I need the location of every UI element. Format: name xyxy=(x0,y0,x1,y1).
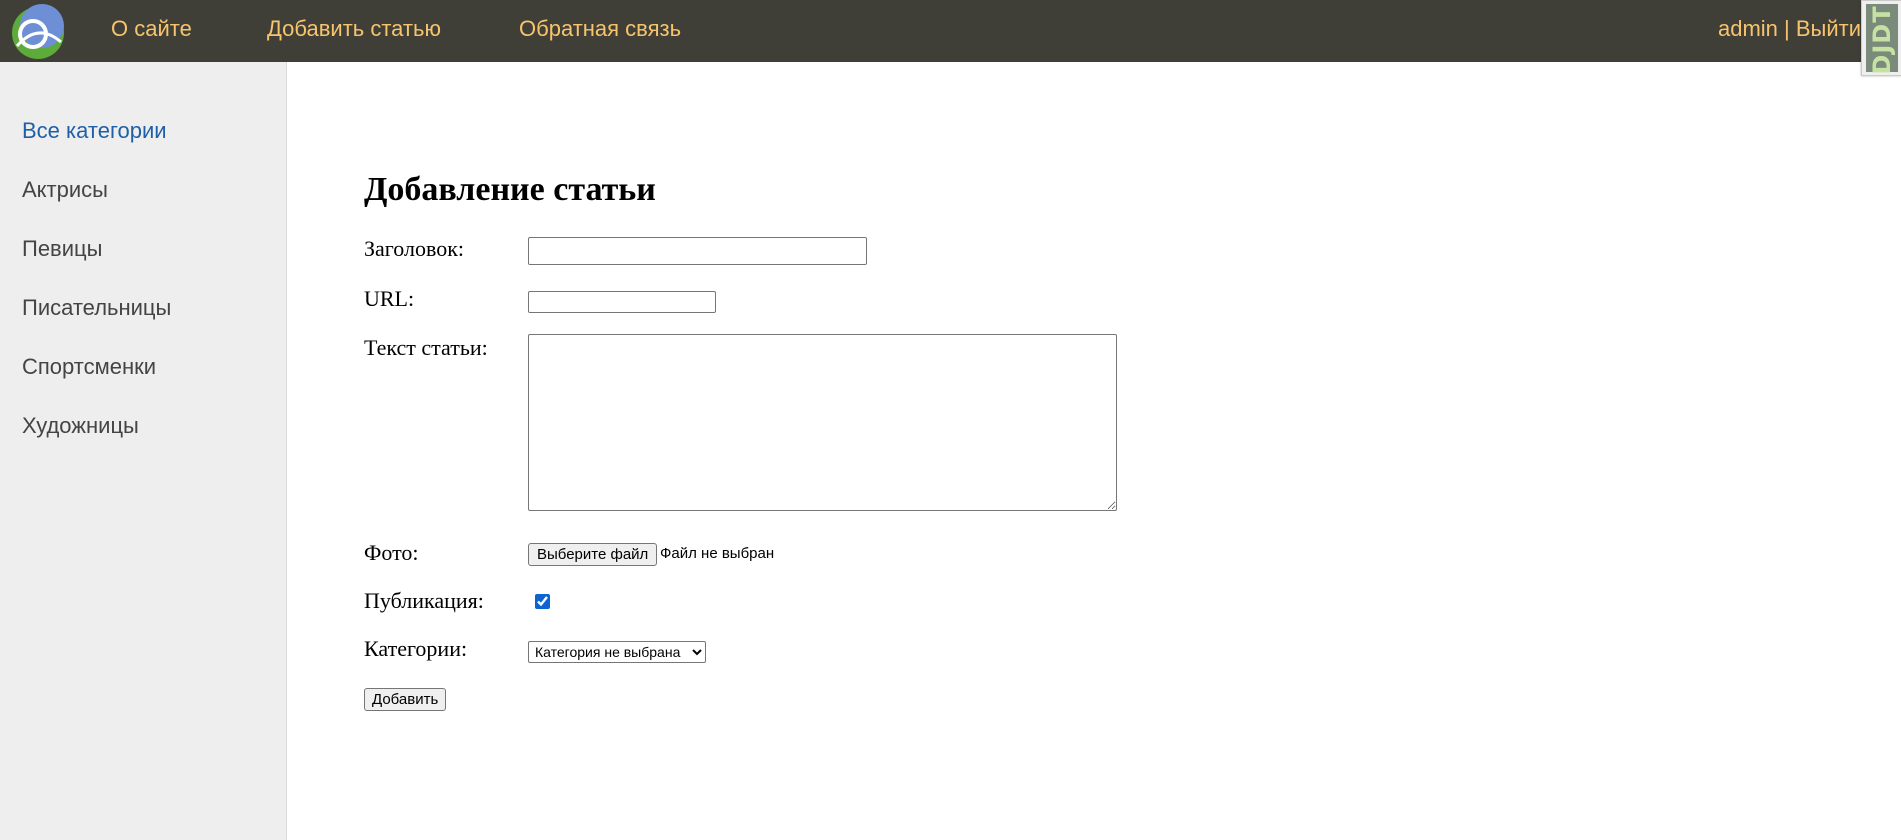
category-sidebar: Все категории Актрисы Певицы Писательниц… xyxy=(0,62,287,840)
sidebar-item-actresses[interactable]: Актрисы xyxy=(22,177,108,203)
choose-file-button[interactable]: Выберите файл xyxy=(528,543,658,566)
title-field-label: Заголовок: xyxy=(364,236,464,261)
category-field-label: Категории: xyxy=(364,636,468,661)
title-input[interactable] xyxy=(528,237,867,265)
url-input[interactable] xyxy=(528,291,716,313)
published-checkbox[interactable] xyxy=(535,594,550,609)
submit-button[interactable]: Добавить xyxy=(364,688,447,711)
sidebar-item-writers[interactable]: Писательницы xyxy=(22,295,171,321)
photo-field-label: Фото: xyxy=(364,540,419,565)
published-field-label: Публикация: xyxy=(364,588,484,613)
user-area: admin | Выйти xyxy=(1718,16,1861,42)
logout-link[interactable]: Выйти xyxy=(1796,16,1861,41)
sidebar-item-singers[interactable]: Певицы xyxy=(22,236,102,262)
nav-link-feedback[interactable]: Обратная связь xyxy=(519,16,681,42)
username-link[interactable]: admin xyxy=(1718,16,1778,41)
url-field-label: URL: xyxy=(364,286,415,311)
top-navigation-bar: О сайте Добавить статью Обратная связь a… xyxy=(0,0,1901,62)
main-content: Добавление статьи Заголовок: URL: Текст … xyxy=(288,62,1901,840)
page-title: Добавление статьи xyxy=(364,171,656,208)
sidebar-item-sportswomen[interactable]: Спортсменки xyxy=(22,354,156,380)
user-separator: | xyxy=(1777,16,1796,41)
nav-link-add-article[interactable]: Добавить статью xyxy=(267,16,441,42)
category-select[interactable]: Категория не выбрана xyxy=(528,641,706,663)
sidebar-item-all-categories[interactable]: Все категории xyxy=(22,118,167,144)
sidebar-item-artists[interactable]: Художницы xyxy=(22,413,139,439)
content-textarea[interactable] xyxy=(528,334,1117,511)
file-status-text: Файл не выбран xyxy=(660,545,775,562)
site-logo-icon[interactable] xyxy=(9,2,67,60)
nav-link-about[interactable]: О сайте xyxy=(111,16,192,42)
content-field-label: Текст статьи: xyxy=(364,335,488,360)
